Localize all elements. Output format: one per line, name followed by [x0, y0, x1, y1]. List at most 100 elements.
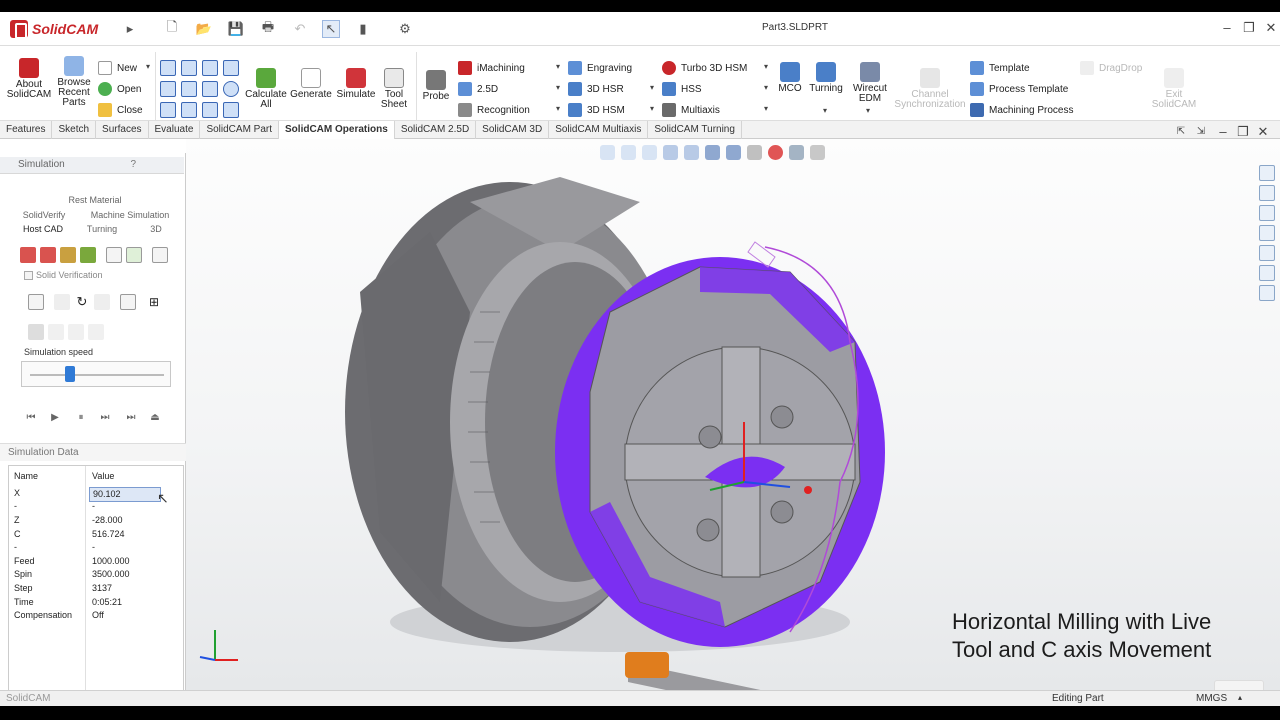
multiaxis-button[interactable]: Multiaxis [662, 101, 720, 119]
imachining-dropdown-icon[interactable]: ▾ [556, 62, 560, 71]
viewport-split-icon[interactable]: ⇲ [1192, 122, 1210, 142]
grid-icon[interactable]: ⊞ [146, 294, 162, 310]
verify-icon[interactable] [28, 294, 44, 310]
tab-surfaces[interactable]: Surfaces [96, 121, 149, 139]
recognition-button[interactable]: Recognition [458, 101, 530, 119]
solid-mode-icon[interactable] [20, 247, 36, 263]
table-row[interactable]: Feed 1000.000 [9, 555, 183, 568]
tab-rest-material[interactable]: Rest Material [60, 195, 130, 205]
tool-sheet-button[interactable]: Tool Sheet [378, 68, 410, 110]
tab-solidcam-2-5d[interactable]: SolidCAM 2.5D [395, 121, 477, 139]
design-library-icon[interactable] [1259, 205, 1275, 221]
rebuild-icon[interactable]: ▮ [356, 20, 370, 38]
2-5d-button[interactable]: 2.5D [458, 80, 498, 98]
exit-solidcam-button[interactable]: Exit SolidCAM [1152, 68, 1196, 110]
view-icon-3[interactable] [202, 60, 218, 76]
step-forward-icon[interactable]: ⏭ [98, 411, 112, 425]
tab-solidcam-operations[interactable]: SolidCAM Operations [279, 121, 395, 139]
units-status[interactable]: MMGS [1196, 693, 1227, 704]
view-icon-6[interactable] [181, 81, 197, 97]
tab-machine-simulation[interactable]: Machine Simulation [82, 210, 178, 220]
dynamic-annotation-icon[interactable] [684, 144, 699, 160]
resources-icon[interactable] [1259, 185, 1275, 201]
go-to-start-icon[interactable]: ⏮ [24, 411, 38, 425]
tab-solidverify[interactable]: SolidVerify [16, 210, 72, 220]
hide-show-items-icon[interactable] [747, 144, 762, 160]
viewport-restore-icon[interactable]: ❐ [1234, 122, 1252, 142]
browse-recent-parts-button[interactable]: Browse Recent Parts [56, 56, 92, 108]
home-icon[interactable] [1259, 165, 1275, 181]
viewport-close-icon[interactable]: ✕ [1254, 122, 1272, 142]
new-dropdown-icon[interactable]: ▾ [146, 62, 150, 71]
tab-evaluate[interactable]: Evaluate [149, 121, 201, 139]
custom-properties-icon[interactable] [1259, 285, 1275, 301]
template-button[interactable]: Template [970, 59, 1030, 77]
undo-icon[interactable]: ↶ [290, 20, 310, 38]
table-row[interactable]: - - [9, 541, 183, 554]
display-style-icon[interactable] [726, 144, 741, 160]
view-icon-7[interactable] [202, 81, 218, 97]
view-icon-10[interactable] [181, 102, 197, 118]
view-settings-icon[interactable] [810, 144, 825, 160]
minimize-icon[interactable]: – [1218, 18, 1236, 38]
view-icon-9[interactable] [160, 102, 176, 118]
tool-icon[interactable] [80, 247, 96, 263]
slider-thumb[interactable] [65, 366, 76, 382]
close-button[interactable]: Close [98, 101, 143, 119]
3d-hsm-button[interactable]: 3D HSM [568, 101, 625, 119]
view-icon-2[interactable] [181, 60, 197, 76]
recognition-dropdown-icon[interactable]: ▾ [556, 104, 560, 113]
tab-features[interactable]: Features [0, 121, 53, 139]
tab-solidcam-part[interactable]: SolidCAM Part [200, 121, 280, 139]
wirecut-dropdown-icon[interactable]: ▾ [866, 106, 870, 115]
close-icon[interactable]: ✕ [1262, 18, 1280, 38]
dragdrop-button[interactable]: DragDrop [1080, 59, 1142, 77]
viewport-tile-icon[interactable]: ⇱ [1172, 122, 1190, 142]
process-template-button[interactable]: Process Template [970, 80, 1068, 98]
turbo-dropdown-icon[interactable]: ▾ [764, 62, 768, 71]
units-dropdown-icon[interactable]: ▴ [1238, 693, 1242, 702]
tab-solidcam-turning[interactable]: SolidCAM Turning [648, 121, 742, 139]
zoom-area-icon[interactable] [621, 144, 636, 160]
scene-icon[interactable] [789, 144, 804, 160]
file-explorer-icon[interactable] [1259, 225, 1275, 241]
view-orientation-icon[interactable] [705, 144, 720, 160]
restore-icon[interactable]: ❐ [1240, 18, 1258, 38]
view-icon-5[interactable] [160, 81, 176, 97]
view-icon-1[interactable] [160, 60, 176, 76]
wire-mode-icon[interactable] [40, 247, 56, 263]
shaded-icon[interactable] [120, 294, 136, 310]
save-icon[interactable]: 💾 [226, 20, 246, 38]
table-row[interactable]: Step 3137 [9, 582, 183, 595]
machining-process-button[interactable]: Machining Process [970, 101, 1073, 119]
turbo-3d-hsm-button[interactable]: Turbo 3D HSM [662, 59, 747, 77]
mco-button[interactable]: MCO [776, 62, 804, 94]
tab-sketch[interactable]: Sketch [52, 121, 97, 139]
2-5d-dropdown-icon[interactable]: ▾ [556, 83, 560, 92]
solid-verification-checkbox[interactable]: Solid Verification [24, 270, 103, 280]
tool-path-icon[interactable] [60, 247, 76, 263]
open-button[interactable]: Open [98, 80, 141, 98]
3d-hsm-dropdown-icon[interactable]: ▾ [650, 104, 654, 113]
table-row[interactable]: Z -28.000 [9, 514, 183, 527]
channel-synchronization-button[interactable]: Channel Synchronization [894, 68, 966, 110]
pause-icon[interactable]: ⏸ [74, 411, 88, 425]
section-view-icon[interactable] [663, 144, 678, 160]
appearance-icon[interactable] [768, 144, 783, 160]
simulation-speed-slider[interactable] [21, 361, 171, 387]
green-tool-icon[interactable] [126, 247, 142, 263]
holder-icon[interactable] [106, 247, 122, 263]
probe-button[interactable]: Probe [420, 70, 452, 102]
eject-icon[interactable]: ⏏ [148, 411, 162, 425]
table-row[interactable]: Compensation Off [9, 609, 183, 622]
new-button[interactable]: New [98, 59, 137, 77]
tab-solidcam-3d[interactable]: SolidCAM 3D [476, 121, 550, 139]
engraving-button[interactable]: Engraving [568, 59, 632, 77]
turning-dropdown-icon[interactable]: ▾ [823, 106, 827, 115]
print-icon[interactable]: 🖶 [258, 19, 278, 38]
zoom-to-fit-icon[interactable] [600, 144, 615, 160]
3d-hsr-button[interactable]: 3D HSR [568, 80, 624, 98]
view-palette-icon[interactable] [1259, 245, 1275, 261]
simulate-button[interactable]: Simulate [336, 68, 376, 100]
appearances-icon[interactable] [1259, 265, 1275, 281]
